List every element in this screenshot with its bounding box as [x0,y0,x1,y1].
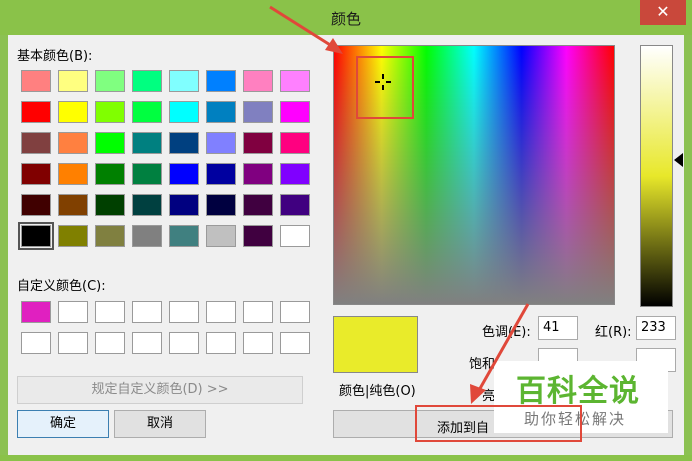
basic-color-swatch[interactable] [169,194,199,216]
basic-color-swatch[interactable] [280,163,310,185]
basic-color-swatch[interactable] [243,101,273,123]
custom-color-swatch[interactable] [206,301,236,323]
custom-colors-label: 自定义颜色(C): [17,279,106,294]
basic-color-swatch[interactable] [132,225,162,247]
basic-colors-label: 基本颜色(B): [17,49,93,64]
basic-color-swatch[interactable] [21,132,51,154]
basic-color-swatch[interactable] [206,70,236,92]
basic-color-swatch[interactable] [206,101,236,123]
red-field[interactable]: 233 [636,316,676,340]
luminance-arrow-icon[interactable] [674,153,683,167]
annotation-box-add-button [415,405,582,442]
basic-color-swatch[interactable] [95,70,125,92]
basic-color-swatch[interactable] [132,132,162,154]
basic-color-swatch[interactable] [243,70,273,92]
basic-color-swatch[interactable] [95,194,125,216]
basic-color-swatch[interactable] [95,132,125,154]
basic-color-swatch[interactable] [58,132,88,154]
basic-color-swatch[interactable] [58,225,88,247]
basic-color-swatch[interactable] [206,225,236,247]
custom-color-swatch[interactable] [280,301,310,323]
color-preview [333,316,418,373]
custom-color-swatch[interactable] [132,301,162,323]
close-icon: ✕ [656,2,670,21]
basic-color-swatch[interactable] [21,70,51,92]
custom-color-swatch[interactable] [280,332,310,354]
basic-color-swatch[interactable] [206,163,236,185]
custom-color-swatch[interactable] [169,332,199,354]
basic-color-swatch[interactable] [280,132,310,154]
basic-color-swatch[interactable] [206,194,236,216]
red-label: 红(R): [595,325,632,340]
custom-color-swatch[interactable] [132,332,162,354]
basic-color-swatch[interactable] [58,70,88,92]
annotation-arrow-top-icon [269,5,343,54]
basic-color-swatch[interactable] [169,163,199,185]
preview-label: 颜色|纯色(O) [339,384,416,399]
basic-color-swatch[interactable] [169,101,199,123]
define-custom-colors-button[interactable]: 规定自定义颜色(D) >> [17,376,303,404]
custom-color-swatch[interactable] [58,332,88,354]
custom-color-swatch[interactable] [206,332,236,354]
basic-color-swatch[interactable] [21,101,51,123]
custom-color-swatch[interactable] [169,301,199,323]
basic-color-swatch[interactable] [243,132,273,154]
basic-color-swatch[interactable] [169,70,199,92]
custom-color-swatch[interactable] [243,301,273,323]
basic-color-swatch[interactable] [280,101,310,123]
ok-button[interactable]: 确定 [17,410,109,438]
basic-color-swatch[interactable] [280,70,310,92]
basic-color-swatch[interactable] [280,225,310,247]
window-frame-bottom [0,455,692,461]
basic-color-swatch[interactable] [58,101,88,123]
close-button[interactable]: ✕ [640,0,686,25]
basic-color-swatch[interactable] [280,194,310,216]
basic-color-swatch[interactable] [95,163,125,185]
custom-color-swatch[interactable] [95,332,125,354]
basic-color-swatch[interactable] [169,225,199,247]
basic-color-swatch[interactable] [243,225,273,247]
basic-color-swatch[interactable] [95,225,125,247]
watermark-title: 百科全说 [516,374,640,409]
custom-color-swatch[interactable] [243,332,273,354]
basic-color-swatch[interactable] [132,70,162,92]
custom-color-swatch[interactable] [21,301,51,323]
basic-color-swatch[interactable] [18,222,54,250]
custom-color-swatch[interactable] [58,301,88,323]
basic-color-swatch[interactable] [243,163,273,185]
basic-color-swatch[interactable] [58,194,88,216]
annotation-box-crosshair [356,56,414,119]
basic-color-swatch[interactable] [21,194,51,216]
basic-color-swatch[interactable] [243,194,273,216]
luminance-slider[interactable] [640,45,673,307]
hue-field[interactable]: 41 [538,316,578,340]
basic-color-swatch[interactable] [95,101,125,123]
basic-color-swatch[interactable] [206,132,236,154]
basic-color-swatch[interactable] [132,163,162,185]
custom-color-swatch[interactable] [95,301,125,323]
basic-color-swatch[interactable] [58,163,88,185]
cancel-button[interactable]: 取消 [114,410,206,438]
basic-color-swatch[interactable] [21,163,51,185]
custom-color-swatch[interactable] [21,332,51,354]
annotation-arrow-bottom-icon [470,303,530,404]
basic-color-swatch[interactable] [132,194,162,216]
basic-color-swatch[interactable] [169,132,199,154]
basic-color-swatch[interactable] [132,101,162,123]
